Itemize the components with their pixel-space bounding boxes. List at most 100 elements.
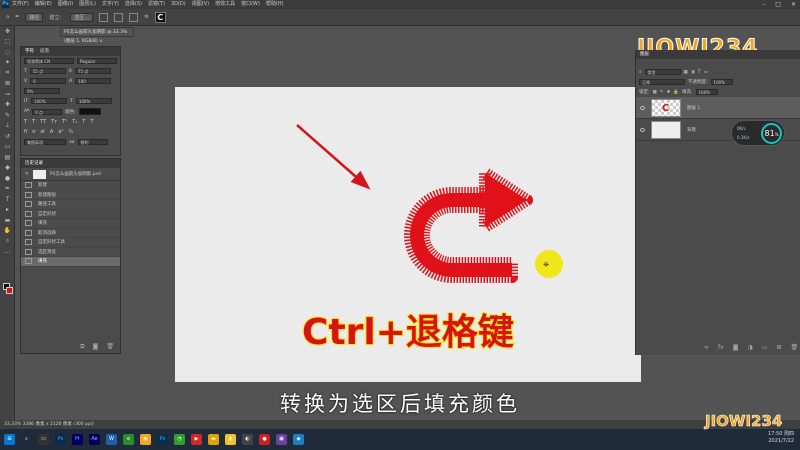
leading-field[interactable]: 75 点 [74,68,111,74]
document-tab[interactable]: PS怎么画箭头加阴影 @ 33.3% (图层 1, RGB/8) × [60,27,134,44]
lock-all-icon[interactable]: 🔒 [673,90,679,95]
ordinals-icon[interactable]: aᵃ [58,129,63,135]
crop-tool-icon[interactable]: ⌗ [0,68,15,79]
trash-icon[interactable]: 🗑 [790,344,798,351]
oldstyle-icon[interactable]: σ [32,129,35,135]
path-arrange-icon[interactable] [129,12,139,22]
dodge-tool-icon[interactable]: ● [0,173,15,184]
underline-icon[interactable]: T [82,119,85,125]
language-select[interactable]: 美国英语 [24,139,66,145]
custom-shape-preview-icon[interactable]: C [154,11,166,23]
tab-history[interactable]: 历史记录 [25,159,43,168]
ligature-icon[interactable]: fi [24,129,27,135]
history-item[interactable]: 自定形状工具 [21,238,120,248]
layer-kind-filter[interactable]: 类型 [644,69,681,75]
tracking-field[interactable]: 100 [75,78,112,84]
gear-icon[interactable]: ⚙ [144,14,148,20]
fx-icon[interactable]: fx [718,344,724,351]
brush-tool-icon[interactable]: ✎ [0,110,15,121]
fill-field[interactable]: 100% [695,89,718,95]
more-tools-icon[interactable]: … [0,247,15,258]
new-document-icon[interactable]: ⧉ [80,343,84,351]
video-app-taskbar-icon[interactable]: ▣ [276,434,287,445]
pen-tool-icon[interactable]: ✒ [15,14,19,20]
visibility-eye-icon[interactable] [640,105,645,110]
menu-help[interactable]: 帮助(H) [266,0,284,9]
shape-tool-icon[interactable]: ▬ [0,215,15,226]
history-item[interactable]: 自定形状 [21,210,120,219]
alternates-icon[interactable]: A [50,129,53,135]
tracking-percent-field[interactable]: 0% [24,88,60,94]
superscript-icon[interactable]: T¹ [62,119,67,125]
move-tool-icon[interactable]: ✥ [0,26,15,37]
chrome-taskbar-icon[interactable]: ◉ [140,434,151,445]
link-icon[interactable]: ∞ [704,344,709,351]
faux-italic-icon[interactable]: T [32,119,35,125]
background-color-swatch[interactable] [6,287,13,294]
history-item[interactable]: 取消选择 [21,229,120,238]
wechat-taskbar-icon[interactable]: ◔ [174,434,185,445]
trash-icon[interactable]: 🗑 [106,343,114,351]
recorder-taskbar-icon[interactable]: ● [259,434,270,445]
layer-name[interactable]: 图层 1 [687,105,700,111]
marquee-tool-icon[interactable]: ⬚ [0,37,15,48]
menu-image[interactable]: 图像(I) [58,0,73,9]
filter-pixel-icon[interactable]: ▦ [684,70,688,75]
layer-name[interactable]: 背景 [687,127,696,133]
type-tool-icon[interactable]: T [0,194,15,205]
kerning-field[interactable]: 0 [30,78,67,84]
magic-wand-icon[interactable]: ✦ [0,58,15,69]
task-view-icon[interactable]: ▭ [38,434,49,445]
eraser-tool-icon[interactable]: ▭ [0,142,15,153]
menu-3d[interactable]: 3D(D) [171,0,186,9]
font-style-select[interactable]: Regular [77,58,117,64]
home-icon[interactable]: ⌂ [6,14,9,20]
make-selection-button[interactable]: 选区... [70,12,94,22]
layer-row-1[interactable]: C 图层 1 [636,97,800,119]
lock-pixels-icon[interactable]: ▦ [653,90,657,95]
minimize-button[interactable]: – [762,0,765,9]
pen-tool-icon[interactable]: ✒ [0,184,15,195]
font-family-select[interactable]: 思源黑体 CN [24,58,74,64]
tab-layers[interactable]: 图层 [640,50,649,59]
blend-mode-select[interactable]: 正常 [639,79,685,85]
blur-tool-icon[interactable]: ◆ [0,163,15,174]
photoshop-taskbar-icon[interactable]: Ps [55,434,66,445]
adjustment-icon[interactable]: ◑ [748,344,753,351]
photoshop-taskbar-icon-2[interactable]: Ps [157,434,168,445]
menu-filter[interactable]: 滤镜(T) [148,0,165,9]
frame-tool-icon[interactable]: ⊠ [0,79,15,90]
explorer-taskbar-icon[interactable]: ▮ [225,434,236,445]
word-taskbar-icon[interactable]: W [106,434,117,445]
app2-taskbar-icon[interactable]: ◆ [293,434,304,445]
close-button[interactable]: ✕ [791,0,796,9]
tab-character[interactable]: 字符 [25,47,34,56]
vertical-scale-field[interactable]: 100% [31,98,68,104]
menu-edit[interactable]: 编辑(E) [35,0,52,9]
path-mode-select[interactable]: 路径 [25,12,44,22]
opacity-field[interactable]: 100% [710,79,733,85]
font-size-field[interactable]: 55 点 [29,68,66,74]
stamp-tool-icon[interactable]: ⊥ [0,121,15,132]
history-item[interactable]: 填充 [21,257,120,267]
path-select-icon[interactable]: ▸ [0,205,15,216]
edge-taskbar-icon[interactable]: e [123,434,134,445]
premiere-taskbar-icon[interactable]: Pr [72,434,83,445]
menu-file[interactable]: 文件(F) [12,0,29,9]
tab-paragraph[interactable]: 段落 [40,47,49,56]
menu-view[interactable]: 视图(V) [192,0,209,9]
strikethrough-icon[interactable]: T [90,119,93,125]
healing-brush-icon[interactable]: ✚ [0,100,15,111]
subscript-icon[interactable]: T₁ [72,119,77,125]
app-taskbar-icon[interactable]: ◐ [242,434,253,445]
swash-icon[interactable]: st [40,129,45,135]
filter-adjust-icon[interactable]: ◑ [691,70,695,75]
hand-tool-icon[interactable]: ✋ [0,226,15,237]
start-button-icon[interactable]: ⊞ [4,434,15,445]
faux-bold-icon[interactable]: T [24,119,27,125]
lock-brush-icon[interactable]: ✎ [660,90,664,95]
path-op-icon[interactable] [99,12,109,22]
menu-window[interactable]: 窗口(W) [241,0,260,9]
folder-taskbar-icon[interactable]: ▬ [208,434,219,445]
filter-shape-icon[interactable]: ▭ [703,70,707,75]
